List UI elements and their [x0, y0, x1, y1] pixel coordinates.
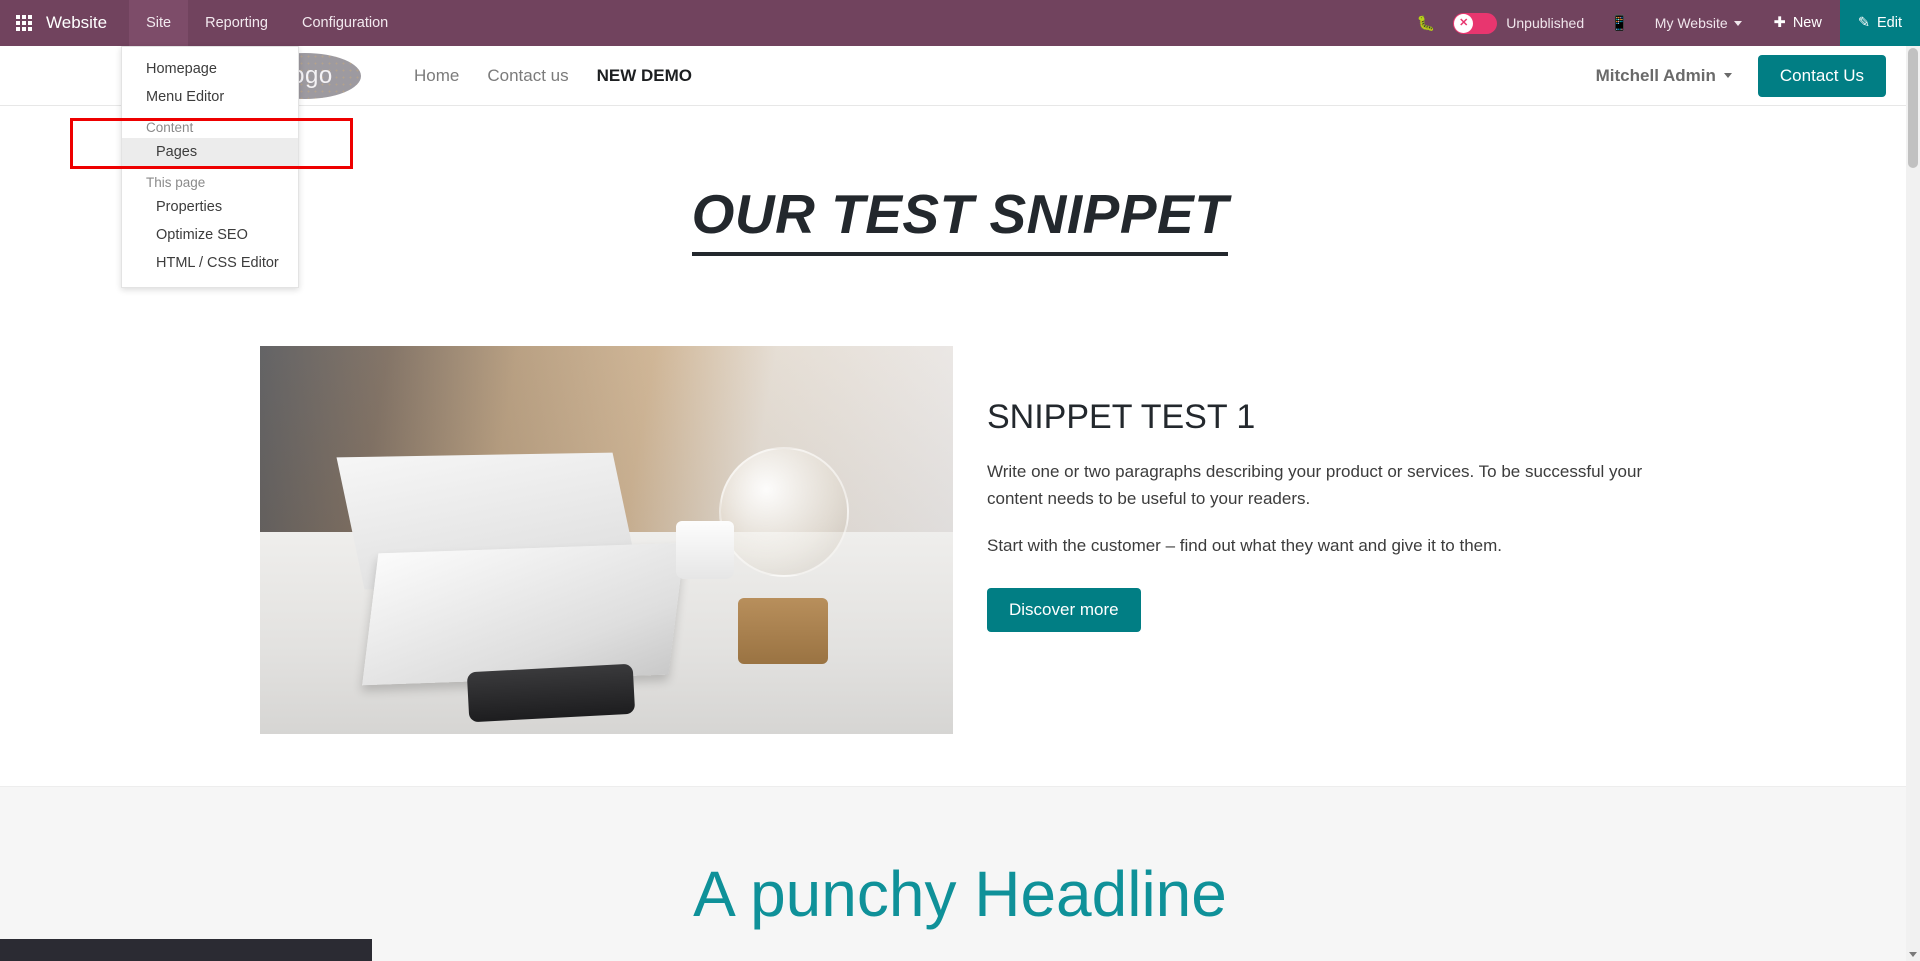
dropdown-item-html-css-editor[interactable]: HTML / CSS Editor: [122, 249, 298, 277]
new-button-label: New: [1792, 15, 1822, 31]
website-selector-label: My Website: [1654, 15, 1728, 31]
dropdown-item-menu-editor[interactable]: Menu Editor: [122, 83, 298, 111]
site-dropdown-menu: Homepage Menu Editor Content Pages This …: [121, 46, 299, 288]
punchy-headline: A punchy Headline: [693, 858, 1227, 930]
website-nav: Home Contact us NEW DEMO: [414, 66, 692, 86]
nav-link-new-demo[interactable]: NEW DEMO: [597, 66, 692, 86]
snippet-image: [260, 346, 953, 734]
chevron-down-icon: [1733, 20, 1742, 26]
apps-menu-toggle[interactable]: [0, 0, 46, 46]
chevron-down-icon: [1723, 73, 1732, 78]
website-header-right: Mitchell Admin Contact Us: [1596, 54, 1886, 97]
discover-more-button[interactable]: Discover more: [987, 587, 1141, 632]
snippet-text-column: SNIPPET TEST 1 Write one or two paragrap…: [953, 346, 1653, 632]
new-button[interactable]: ✚ New: [1756, 0, 1840, 46]
mobile-preview-icon[interactable]: 📱: [1598, 0, 1641, 46]
snippet-paragraph-1: Write one or two paragraphs describing y…: [987, 462, 1643, 508]
publish-toggle[interactable]: Unpublished: [1447, 12, 1598, 34]
snippet-paragraph-2: Start with the customer – find out what …: [987, 535, 1502, 555]
menu-site[interactable]: Site: [129, 0, 189, 46]
publish-switch-icon[interactable]: [1453, 12, 1498, 34]
dropdown-item-properties[interactable]: Properties: [122, 193, 298, 221]
image-lightbulb-base: [738, 598, 829, 665]
navbar-right-tools: 🐛 Unpublished 📱 My Website ✚ New ✎ Edit: [1405, 0, 1920, 46]
image-lightbulb: [719, 446, 850, 577]
dropdown-section-content: Content: [146, 120, 194, 135]
page-scrollbar[interactable]: [1906, 46, 1920, 961]
edit-button[interactable]: ✎ Edit: [1839, 0, 1920, 46]
menu-configuration[interactable]: Configuration: [285, 0, 405, 46]
menu-reporting[interactable]: Reporting: [188, 0, 285, 46]
browser-status-bar: [0, 939, 372, 961]
page-title: OUR TEST SNIPPET: [691, 182, 1229, 256]
plus-icon: ✚: [1773, 15, 1786, 31]
odoo-navbar: Website Site Reporting Configuration 🐛 U…: [0, 0, 1920, 288]
website-user-menu[interactable]: Mitchell Admin: [1596, 66, 1732, 86]
grid-apps-icon: [16, 15, 32, 31]
scroll-down-arrow-icon[interactable]: [1909, 952, 1917, 957]
bug-icon[interactable]: 🐛: [1405, 0, 1448, 46]
dropdown-item-pages[interactable]: Pages: [122, 138, 298, 166]
app-brand-name[interactable]: Website: [46, 0, 129, 46]
website-user-label: Mitchell Admin: [1595, 65, 1716, 85]
image-cup: [675, 520, 734, 579]
pencil-icon: ✎: [1857, 15, 1870, 31]
snippet-block: SNIPPET TEST 1 Write one or two paragrap…: [250, 256, 1670, 734]
nav-link-contact-us[interactable]: Contact us: [487, 66, 568, 86]
snippet-heading: SNIPPET TEST 1: [987, 398, 1256, 436]
website-selector[interactable]: My Website: [1641, 15, 1756, 31]
scrollbar-thumb[interactable]: [1908, 48, 1918, 168]
dropdown-section-this-page: This page: [146, 175, 206, 190]
edit-button-label: Edit: [1877, 15, 1902, 31]
image-phone: [466, 663, 636, 723]
publish-state-label: Unpublished: [1506, 15, 1585, 31]
backend-menu-bar: Site Reporting Configuration: [129, 0, 405, 46]
punchy-section: A punchy Headline: [0, 786, 1920, 961]
nav-link-home[interactable]: Home: [414, 66, 459, 86]
contact-us-button[interactable]: Contact Us: [1757, 54, 1886, 97]
dropdown-item-homepage[interactable]: Homepage: [122, 55, 298, 83]
image-laptop-keyboard: [361, 542, 685, 685]
dropdown-item-optimize-seo[interactable]: Optimize SEO: [122, 221, 298, 249]
